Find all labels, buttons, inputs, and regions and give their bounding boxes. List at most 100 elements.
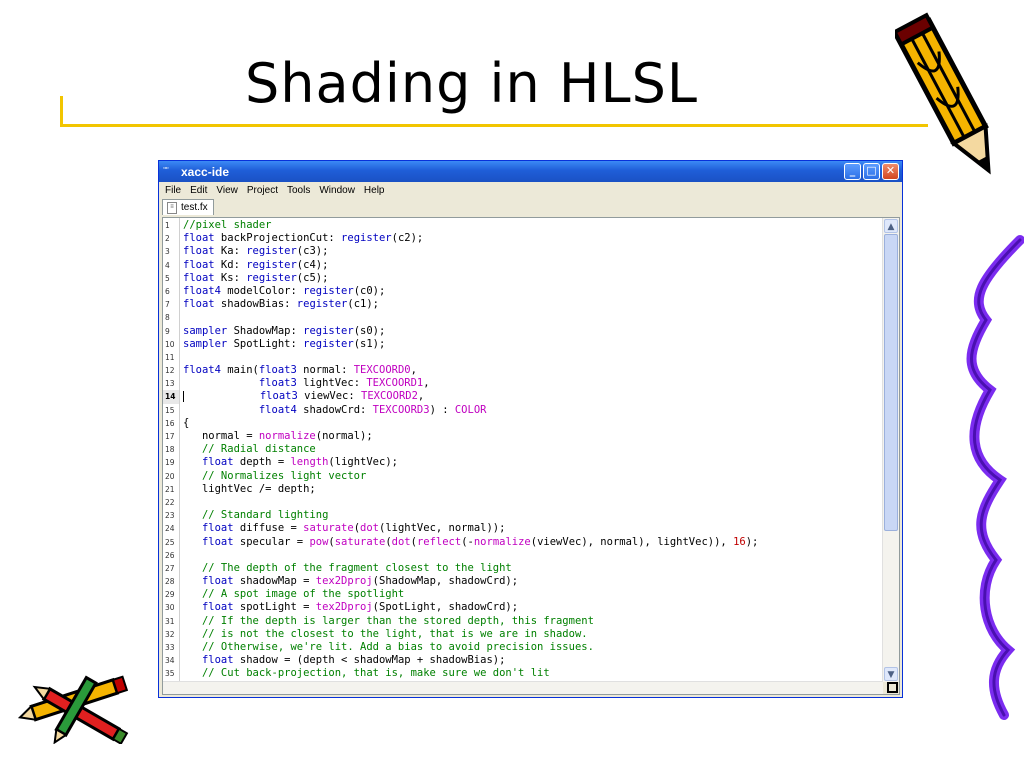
code-text: float3 viewVec: TEXCOORD2, <box>179 390 424 403</box>
code-token: Ka: <box>214 245 247 258</box>
code-line[interactable]: 6 float4 modelColor: register(c0); <box>163 285 883 298</box>
code-line[interactable]: 3 float Ka: register(c3); <box>163 245 883 258</box>
code-text: float4 modelColor: register(c0); <box>179 285 385 298</box>
line-number: 12 <box>165 366 175 376</box>
tab-test-fx[interactable]: ≡ test.fx <box>162 199 214 215</box>
code-line[interactable]: 21 lightVec /= depth; <box>163 483 883 496</box>
code-token: TEXCOORD2 <box>361 390 418 403</box>
line-number: 25 <box>165 537 175 547</box>
code-token: float <box>201 601 234 614</box>
code-token: (lightVec); <box>328 456 398 469</box>
code-token: // If the depth is larger than the store… <box>201 614 594 627</box>
code-line[interactable]: 25 float specular = pow(saturate(dot(ref… <box>163 536 883 549</box>
menu-view[interactable]: View <box>213 185 244 196</box>
code-line[interactable]: 29 // A spot image of the spotlight <box>163 588 883 601</box>
code-line[interactable]: 12 float4 main(float3 normal: TEXCOORD0, <box>163 364 883 377</box>
code-text: // Standard lighting <box>179 509 328 522</box>
code-line[interactable]: 10 sampler SpotLight: register(s1); <box>163 338 883 351</box>
resize-corner[interactable] <box>883 682 899 694</box>
close-button[interactable]: ✕ <box>882 163 899 180</box>
code-token: // Standard lighting <box>201 509 329 522</box>
code-token: float3 <box>258 364 297 377</box>
menu-help[interactable]: Help <box>361 185 391 196</box>
code-token: register <box>246 258 297 271</box>
code-text: float backProjectionCut: register(c2); <box>179 232 423 245</box>
tab-label: test.fx <box>181 202 208 213</box>
code-line[interactable]: 5 float Ks: register(c5); <box>163 272 883 285</box>
code-line[interactable]: 27 // The depth of the fragment closest … <box>163 562 883 575</box>
menu-project[interactable]: Project <box>244 185 284 196</box>
scroll-down-icon[interactable]: ▼ <box>884 667 898 681</box>
maximize-button[interactable]: □ <box>863 163 880 180</box>
code-token: float4 <box>183 364 221 377</box>
code-token: , <box>417 390 425 403</box>
line-number: 22 <box>165 497 175 507</box>
code-token: diffuse = <box>233 522 304 535</box>
code-line[interactable]: 7 float shadowBias: register(c1); <box>163 298 883 311</box>
code-line[interactable]: 26 <box>163 549 883 562</box>
code-line[interactable]: 11 <box>163 351 883 364</box>
code-line[interactable]: 9 sampler ShadowMap: register(s0); <box>163 325 883 338</box>
code-token: lightVec /= depth; <box>183 482 316 495</box>
ide-window: ▫▫▫ xacc-ide _ □ ✕ File Edit View Projec… <box>158 160 903 698</box>
horizontal-scrollbar[interactable] <box>163 681 883 694</box>
menu-bar: File Edit View Project Tools Window Help <box>159 182 902 199</box>
code-text: float shadowBias: register(c1); <box>179 298 379 311</box>
code-token: ) : <box>429 403 455 416</box>
minimize-button[interactable]: _ <box>844 163 861 180</box>
code-token: (s1); <box>353 337 386 350</box>
code-line[interactable]: 22 <box>163 496 883 509</box>
code-token: // Radial distance <box>201 443 316 456</box>
menu-tools[interactable]: Tools <box>284 185 316 196</box>
code-line[interactable]: 8 <box>163 311 883 324</box>
code-line[interactable]: 34 float shadow = (depth < shadowMap + s… <box>163 654 883 667</box>
menu-edit[interactable]: Edit <box>187 185 213 196</box>
code-line[interactable]: 1 //pixel shader <box>163 219 883 232</box>
code-text: float4 main(float3 normal: TEXCOORD0, <box>179 364 417 377</box>
code-line[interactable]: 30 float spotLight = tex2Dproj(SpotLight… <box>163 601 883 614</box>
scroll-up-icon[interactable]: ▲ <box>884 219 898 233</box>
menu-file[interactable]: File <box>162 185 187 196</box>
code-line[interactable]: 28 float shadowMap = tex2Dproj(ShadowMap… <box>163 575 883 588</box>
code-line[interactable]: 17 normal = normalize(normal); <box>163 430 883 443</box>
title-bar[interactable]: ▫▫▫ xacc-ide _ □ ✕ <box>159 161 902 182</box>
vertical-scrollbar[interactable]: ▲ ▼ <box>882 218 899 682</box>
code-text: float spotLight = tex2Dproj(SpotLight, s… <box>179 601 518 614</box>
line-number: 17 <box>165 432 175 441</box>
code-token: TEXCOORD0 <box>353 364 411 377</box>
code-line[interactable]: 33 // Otherwise, we're lit. Add a bias t… <box>163 641 883 654</box>
line-number: 5 <box>165 273 170 283</box>
code-token: float4 <box>183 284 221 297</box>
code-editor[interactable]: 1 //pixel shader 2 float backProjectionCut:… <box>162 217 900 695</box>
code-token: SpotLight: <box>227 337 304 350</box>
code-token: (c2); <box>391 232 424 245</box>
code-line[interactable]: 19 float depth = length(lightVec); <box>163 456 883 469</box>
code-line[interactable]: 23 // Standard lighting <box>163 509 883 522</box>
menu-window[interactable]: Window <box>316 185 361 196</box>
code-token: float <box>201 522 234 535</box>
code-line[interactable]: 15 float4 shadowCrd: TEXCOORD3) : COLOR <box>163 404 883 417</box>
code-line[interactable]: 32 // is not the closest to the light, t… <box>163 628 883 641</box>
code-line[interactable]: 4 float Kd: register(c4); <box>163 259 883 272</box>
scroll-thumb[interactable] <box>884 234 898 531</box>
code-line[interactable]: 35 // Cut back-projection, that is, make… <box>163 667 883 680</box>
code-line[interactable]: 24 float diffuse = saturate(dot(lightVec… <box>163 522 883 535</box>
code-line[interactable]: 13 float3 lightVec: TEXCOORD1, <box>163 377 883 390</box>
code-line[interactable]: 20 // Normalizes light vector <box>163 470 883 483</box>
code-line[interactable]: 14 float3 viewVec: TEXCOORD2, <box>163 390 883 404</box>
code-line[interactable]: 2 float backProjectionCut: register(c2); <box>163 232 883 245</box>
code-token: (SpotLight, shadowCrd); <box>372 601 519 614</box>
code-line[interactable]: 16 { <box>163 417 883 430</box>
code-token: // Cut back-projection, that is, make su… <box>201 667 550 680</box>
code-line[interactable]: 18 // Radial distance <box>163 443 883 456</box>
line-number: 2 <box>165 234 170 244</box>
code-lines: 1 //pixel shader 2 float backProjectionCut:… <box>163 219 883 681</box>
code-line[interactable]: 31 // If the depth is larger than the st… <box>163 615 883 628</box>
